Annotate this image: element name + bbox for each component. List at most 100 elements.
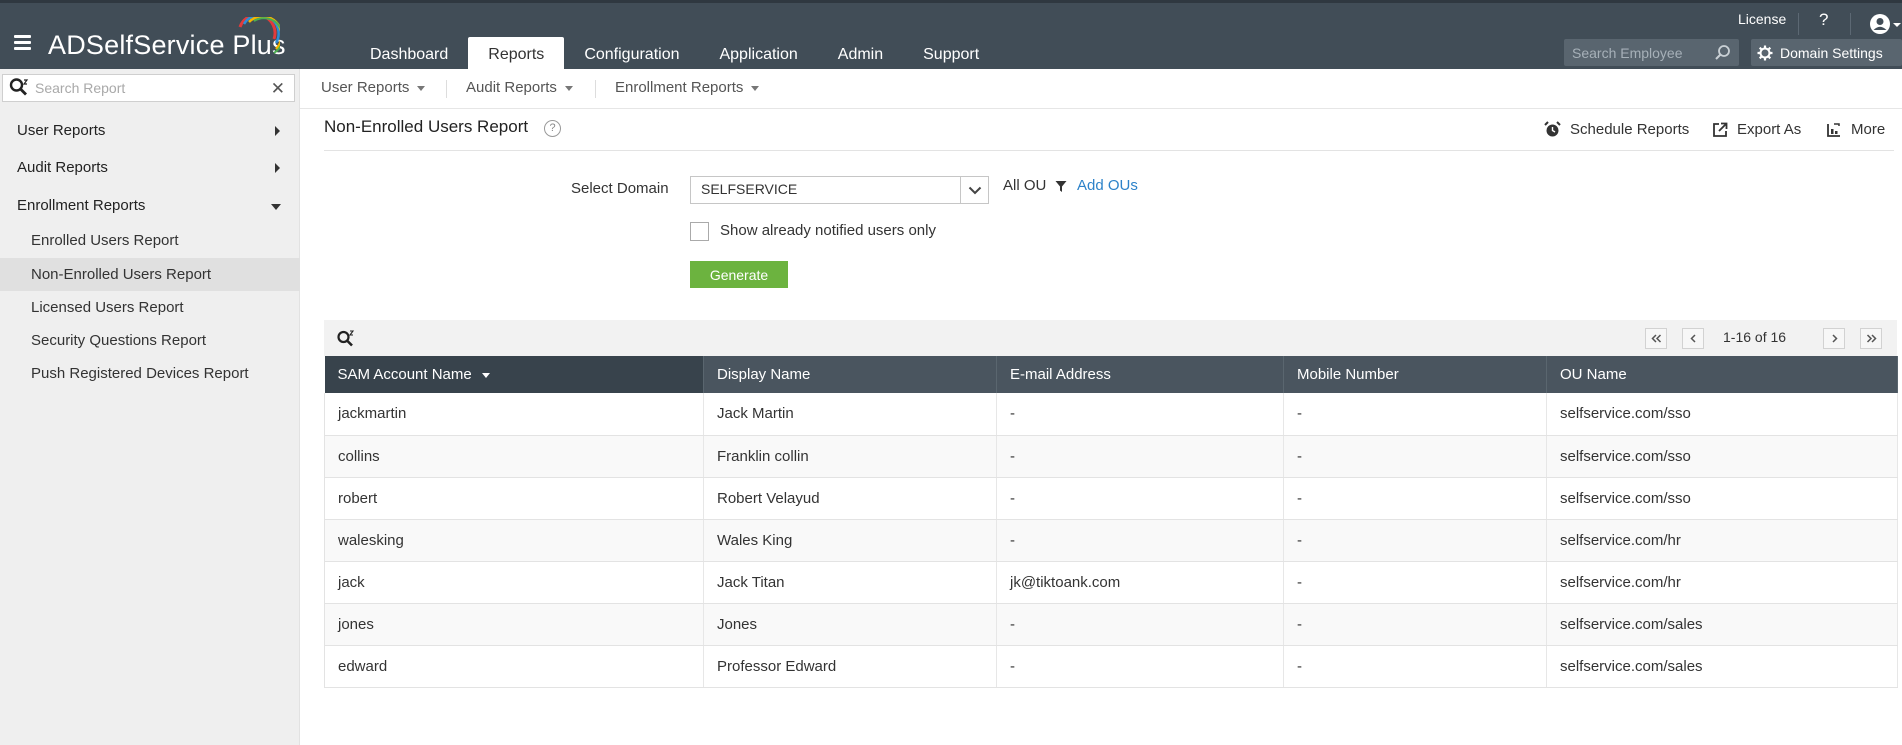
cell-mobile-number: - bbox=[1283, 519, 1547, 562]
cell-ou-name: selfservice.com/sso bbox=[1546, 477, 1898, 520]
last-page-button[interactable] bbox=[1860, 328, 1882, 349]
column-header-sam-account-name[interactable]: SAM Account Name bbox=[324, 356, 704, 393]
sidebar: ✕ User Reports Audit Reports Enrollment … bbox=[0, 69, 300, 745]
sidebar-item-audit-reports[interactable]: Audit Reports bbox=[17, 159, 282, 176]
search-icon bbox=[9, 78, 29, 96]
clear-search-icon[interactable]: ✕ bbox=[271, 79, 285, 99]
table-row[interactable]: walesking Wales King - - selfservice.com… bbox=[324, 519, 1898, 562]
subnav-label: Audit Reports bbox=[466, 79, 557, 96]
help-question-icon[interactable]: ? bbox=[544, 120, 561, 137]
tab-admin[interactable]: Admin bbox=[818, 37, 903, 72]
notified-users-checkbox[interactable] bbox=[690, 222, 709, 241]
logo-arc-icon bbox=[238, 17, 280, 54]
export-as-label: Export As bbox=[1737, 121, 1802, 138]
help-icon[interactable]: ? bbox=[1819, 10, 1828, 30]
caret-down-icon bbox=[417, 85, 426, 91]
user-circle-icon[interactable] bbox=[1869, 13, 1901, 35]
more-label: More bbox=[1851, 121, 1886, 138]
schedule-reports-button[interactable]: Schedule Reports bbox=[1544, 121, 1689, 138]
cell-mobile-number: - bbox=[1283, 561, 1547, 604]
product-logo[interactable]: ADSelfService Plus bbox=[48, 17, 286, 61]
header-divider bbox=[1850, 13, 1851, 35]
tab-dashboard[interactable]: Dashboard bbox=[350, 37, 468, 72]
column-header-ou-name[interactable]: OU Name bbox=[1546, 356, 1898, 393]
table-search-icon[interactable] bbox=[336, 329, 356, 349]
chevron-down-icon[interactable] bbox=[960, 177, 988, 203]
cell-email-address: - bbox=[996, 435, 1284, 478]
column-header-mobile-number[interactable]: Mobile Number bbox=[1283, 356, 1547, 393]
next-page-button[interactable] bbox=[1823, 328, 1845, 349]
column-header-display-name[interactable]: Display Name bbox=[703, 356, 997, 393]
report-category-nav: User Reports Audit Reports Enrollment Re… bbox=[300, 69, 1902, 109]
caret-down-icon bbox=[564, 85, 573, 91]
generate-button[interactable]: Generate bbox=[690, 261, 788, 288]
sidebar-item-security-questions-report[interactable]: Security Questions Report bbox=[0, 324, 300, 357]
tab-configuration[interactable]: Configuration bbox=[564, 37, 699, 72]
tab-application[interactable]: Application bbox=[699, 37, 817, 72]
report-search[interactable]: ✕ bbox=[2, 74, 295, 102]
table-row[interactable]: edward Professor Edward - - selfservice.… bbox=[324, 645, 1898, 688]
cell-display-name: Franklin collin bbox=[703, 435, 997, 478]
subnav-audit-reports[interactable]: Audit Reports bbox=[466, 79, 573, 96]
cell-sam-account-name: jackmartin bbox=[324, 393, 704, 436]
sidebar-item-user-reports[interactable]: User Reports bbox=[17, 122, 282, 139]
caret-down-icon bbox=[751, 85, 760, 91]
domain-select[interactable]: SELFSERVICE bbox=[690, 176, 989, 204]
table-row[interactable]: jackmartin Jack Martin - - selfservice.c… bbox=[324, 393, 1898, 436]
add-ous-link[interactable]: Add OUs bbox=[1077, 177, 1138, 194]
more-button[interactable]: More bbox=[1826, 121, 1885, 138]
domain-settings-button[interactable]: Domain Settings bbox=[1751, 39, 1902, 66]
domain-settings-label: Domain Settings bbox=[1780, 44, 1883, 61]
cell-sam-account-name: edward bbox=[324, 645, 704, 688]
cell-sam-account-name: robert bbox=[324, 477, 704, 520]
main-nav: Dashboard Reports Configuration Applicat… bbox=[350, 37, 999, 72]
chevron-right-icon bbox=[275, 163, 280, 173]
table-header-row: SAM Account Name Display Name E-mail Add… bbox=[324, 356, 1898, 393]
sidebar-item-label: Audit Reports bbox=[17, 159, 108, 176]
cell-ou-name: selfservice.com/hr bbox=[1546, 519, 1898, 562]
sidebar-item-enrollment-reports[interactable]: Enrollment Reports bbox=[17, 197, 282, 214]
pagination-info: 1-16 of 16 bbox=[1723, 329, 1787, 345]
search-icon[interactable] bbox=[1714, 44, 1731, 61]
cell-sam-account-name: walesking bbox=[324, 519, 704, 562]
export-as-button[interactable]: Export As bbox=[1712, 121, 1801, 138]
sidebar-item-licensed-users-report[interactable]: Licensed Users Report bbox=[0, 291, 300, 324]
prev-page-button[interactable] bbox=[1682, 328, 1704, 349]
subnav-enrollment-reports[interactable]: Enrollment Reports bbox=[615, 79, 760, 96]
report-table: SAM Account Name Display Name E-mail Add… bbox=[324, 356, 1898, 688]
chevron-down-icon bbox=[271, 204, 281, 210]
table-row[interactable]: jones Jones - - selfservice.com/sales bbox=[324, 603, 1898, 646]
tab-reports[interactable]: Reports bbox=[468, 37, 565, 72]
cell-email-address: - bbox=[996, 393, 1284, 436]
cell-sam-account-name: jones bbox=[324, 603, 704, 646]
subnav-divider bbox=[446, 80, 447, 98]
first-page-button[interactable] bbox=[1645, 328, 1667, 349]
notified-users-label: Show already notified users only bbox=[720, 222, 936, 239]
cell-ou-name: selfservice.com/sso bbox=[1546, 435, 1898, 478]
cell-display-name: Jones bbox=[703, 603, 997, 646]
column-label: SAM Account Name bbox=[337, 366, 472, 383]
sidebar-item-push-registered-devices-report[interactable]: Push Registered Devices Report bbox=[0, 357, 300, 390]
sidebar-item-non-enrolled-users-report[interactable]: Non-Enrolled Users Report bbox=[0, 258, 300, 291]
header-divider bbox=[1798, 13, 1799, 35]
cell-ou-name: selfservice.com/sso bbox=[1546, 393, 1898, 436]
filter-icon[interactable] bbox=[1055, 180, 1067, 193]
cell-display-name: Robert Velayud bbox=[703, 477, 997, 520]
employee-search[interactable] bbox=[1564, 39, 1739, 66]
employee-search-input[interactable] bbox=[1572, 44, 1712, 61]
license-link[interactable]: License bbox=[1738, 11, 1786, 27]
cell-ou-name: selfservice.com/sales bbox=[1546, 645, 1898, 688]
report-search-input[interactable] bbox=[35, 80, 265, 96]
ou-scope-label: All OU bbox=[1003, 177, 1047, 194]
table-row[interactable]: collins Franklin collin - - selfservice.… bbox=[324, 435, 1898, 478]
sidebar-item-label: Enrollment Reports bbox=[17, 197, 146, 214]
table-row[interactable]: jack Jack Titan jk@tiktoank.com - selfse… bbox=[324, 561, 1898, 604]
subnav-user-reports[interactable]: User Reports bbox=[321, 79, 426, 96]
tab-support[interactable]: Support bbox=[903, 37, 999, 72]
divider bbox=[324, 150, 1894, 151]
more-icon bbox=[1827, 122, 1840, 137]
sidebar-item-enrolled-users-report[interactable]: Enrolled Users Report bbox=[0, 224, 300, 257]
column-header-email-address[interactable]: E-mail Address bbox=[996, 356, 1284, 393]
table-row[interactable]: robert Robert Velayud - - selfservice.co… bbox=[324, 477, 1898, 520]
hamburger-menu-icon[interactable] bbox=[14, 35, 31, 50]
